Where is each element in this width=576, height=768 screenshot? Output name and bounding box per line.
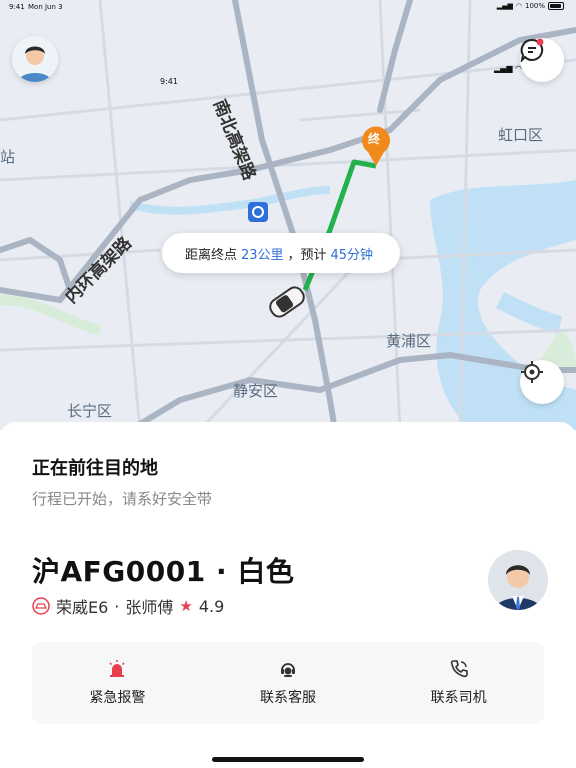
driver-avatar-icon [488, 550, 548, 610]
customer-service-icon [281, 663, 295, 677]
driver-avatar[interactable] [488, 550, 548, 610]
phone-icon [450, 660, 468, 678]
message-button[interactable] [520, 38, 564, 82]
district-jingan: 静安区 [233, 382, 279, 400]
alarm-icon [109, 660, 125, 677]
map-mini-time: 9:41 [160, 77, 178, 86]
info-distance: 23公里 [240, 247, 284, 263]
car-model: 荣威E6 [56, 598, 109, 617]
contact-driver-label: 联系司机 [430, 690, 487, 706]
trip-status-subtitle: 行程已开始，请系好安全带 [32, 490, 213, 508]
district-changning: 长宁区 [67, 402, 113, 420]
trip-bottom-sheet: 正在前往目的地 行程已开始，请系好安全带 沪AFG0001 · 白色 荣威E6 … [0, 422, 576, 768]
locate-button[interactable] [520, 360, 564, 404]
star-icon: ★ [179, 597, 193, 615]
user-avatar-button[interactable] [12, 36, 58, 82]
district-hongkou: 虹口区 [498, 126, 544, 144]
district-huangpu: 黄浦区 [386, 332, 432, 350]
map-mini-signal-icon: ▂▄▆ ◠ [494, 64, 522, 73]
emergency-alarm-label: 紧急报警 [89, 690, 146, 706]
map-view[interactable]: 终 南北高架路 内环高架路 虹口区 黄浦区 静安区 长宁区 站 9:41 ▂▄▆… [0, 0, 576, 430]
wifi-icon: ◠ [515, 2, 522, 10]
battery-percent: 100% [524, 2, 545, 10]
district-partial: 站 [0, 148, 16, 166]
car-brand-icon [32, 597, 50, 615]
contact-driver-button[interactable]: 联系司机 [373, 642, 544, 724]
map-canvas [0, 0, 576, 430]
home-indicator[interactable] [212, 757, 364, 762]
info-eta: 45分钟 [330, 247, 374, 263]
crosshair-icon [521, 361, 543, 383]
customer-service-label: 联系客服 [260, 690, 316, 706]
metro-station-icon [248, 202, 268, 222]
meta-separator: · [114, 596, 120, 616]
action-bar: 紧急报警 联系客服 联系司机 [32, 642, 544, 724]
status-time: 9:41 [9, 3, 25, 11]
trip-status-title: 正在前往目的地 [32, 458, 158, 479]
customer-service-button[interactable]: 联系客服 [203, 642, 374, 724]
driver-rating: 4.9 [198, 596, 225, 616]
status-bar: 9:41 Mon Jun 3 ▂▄▆ ◠ 100% [0, 0, 576, 14]
info-middle: ，预计 [287, 247, 327, 263]
license-plate: 沪AFG0001 · 白色 [32, 555, 295, 588]
info-prefix: 距离终点 [184, 247, 237, 263]
driver-name: 张师傅 [125, 598, 174, 617]
trip-info-pill: 距离终点 23公里 ，预计 45分钟 [162, 233, 400, 273]
signal-icon: ▂▄▆ [496, 2, 513, 10]
user-avatar-icon [12, 36, 58, 82]
destination-marker-label: 终 [368, 132, 381, 146]
car-meta: 荣威E6 · 张师傅 ★ 4.9 [32, 594, 224, 618]
status-date: Mon Jun 3 [28, 3, 63, 11]
car-marker-icon [269, 286, 305, 318]
emergency-alarm-button[interactable]: 紧急报警 [32, 642, 203, 724]
battery-icon [548, 2, 564, 10]
chat-bubble-icon [520, 38, 544, 62]
